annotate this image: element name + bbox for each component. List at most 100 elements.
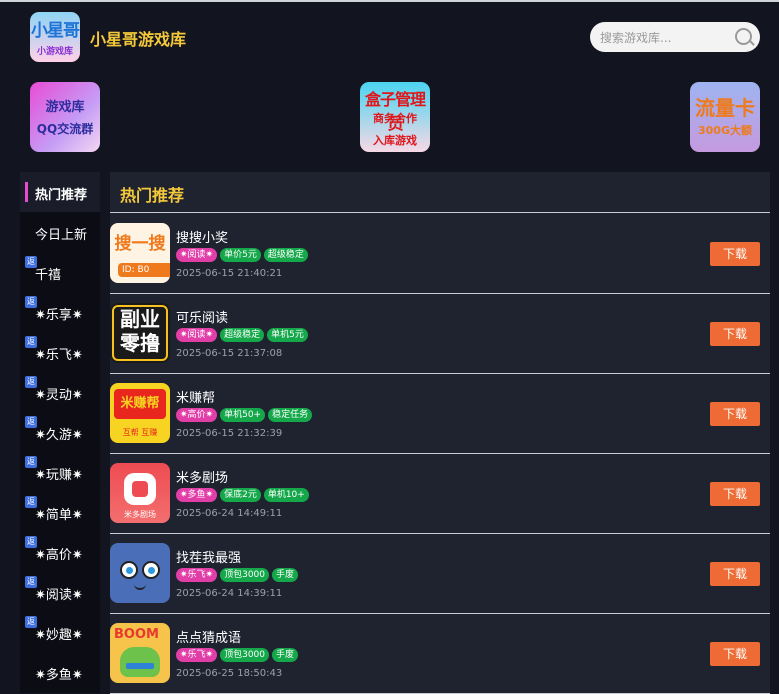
- game-timestamp: 2025-06-15 21:32:39: [176, 428, 283, 439]
- heart-icon: [124, 473, 156, 505]
- game-tag: 单机5元: [267, 328, 308, 342]
- game-tag: 手废: [272, 648, 299, 662]
- sidebar-item-label: ✷妙趣✷: [35, 628, 83, 643]
- game-row[interactable]: 找茬我最强 ✷乐飞✷ 顶包3000 手废 2025-06-24 14:39:11 下…: [110, 533, 770, 614]
- banner-line: 流量卡: [695, 96, 755, 120]
- banner-line: QQ交流群: [36, 122, 94, 136]
- game-thumbnail[interactable]: 搜一搜 ID: B0: [110, 223, 170, 283]
- active-indicator: [25, 182, 28, 202]
- game-row[interactable]: BOOM 点点猜成语 ✷乐飞✷ 顶包3000 手废 2025-06-25 18:50…: [110, 613, 770, 694]
- download-button[interactable]: 下载: [710, 642, 760, 666]
- sidebar-item-gaojia[interactable]: 返 ✷高价✷: [20, 532, 100, 572]
- sidebar-item-lingdong[interactable]: 返 ✷灵动✷: [20, 372, 100, 412]
- eye-icon: [142, 561, 160, 579]
- frog-icon: [120, 647, 160, 677]
- game-timestamp: 2025-06-15 21:37:08: [176, 348, 283, 359]
- game-row[interactable]: 搜一搜 ID: B0 搜搜小奖 ✷阅读✷ 单价5元 超级稳定 2025-06-15 …: [110, 213, 770, 294]
- game-name: 米赚帮: [176, 391, 216, 406]
- sidebar-item-label: ✷高价✷: [35, 548, 83, 563]
- game-tags: ✷乐飞✷ 顶包3000 手废: [176, 648, 301, 662]
- sidebar-item-miaoqu[interactable]: 返 ✷妙趣✷: [20, 612, 100, 652]
- game-tags: ✷多鱼✷ 保底2元 单机10+: [176, 488, 312, 502]
- game-timestamp: 2025-06-24 14:39:11: [176, 588, 283, 599]
- game-thumbnail[interactable]: [110, 543, 170, 603]
- game-tag: 顶包3000: [220, 568, 269, 582]
- thumb-line: 零撸: [120, 331, 160, 355]
- game-thumbnail[interactable]: 米多剧场: [110, 463, 170, 523]
- game-timestamp: 2025-06-15 21:40:21: [176, 268, 283, 279]
- sidebar-item-label: ✷阅读✷: [35, 588, 83, 603]
- sidebar-item-lefei[interactable]: 返 ✷乐飞✷: [20, 332, 100, 372]
- sidebar-item-qianxi[interactable]: 返 千禧: [20, 252, 100, 292]
- game-thumbnail[interactable]: 副业 零撸: [110, 303, 170, 363]
- game-tag: ✷乐飞✷: [176, 568, 218, 582]
- section-title: 热门推荐: [120, 186, 185, 205]
- sidebar-item-jiuyou[interactable]: 返 ✷久游✷: [20, 412, 100, 452]
- game-tag: 超级稳定: [263, 248, 308, 262]
- sidebar-item-duoyu[interactable]: ✷多鱼✷: [20, 652, 100, 692]
- download-button[interactable]: 下载: [710, 562, 760, 586]
- sidebar-item-hot[interactable]: 热门推荐: [20, 172, 100, 212]
- game-thumbnail[interactable]: BOOM: [110, 623, 170, 683]
- thumb-text: BOOM: [114, 627, 159, 642]
- thumb-text: 搜一搜: [114, 234, 166, 254]
- game-name: 搜搜小奖: [176, 231, 229, 246]
- game-row[interactable]: 副业 零撸 可乐阅读 ✷阅读✷ 超级稳定 单机5元 2025-06-15 21:37:…: [110, 293, 770, 374]
- game-tags: ✷阅读✷ 单价5元 超级稳定: [176, 248, 311, 262]
- game-name: 可乐阅读: [176, 311, 229, 326]
- download-button[interactable]: 下载: [710, 482, 760, 506]
- site-logo[interactable]: 小星哥 小游戏库: [30, 12, 80, 62]
- sidebar-item-label: 千禧: [35, 268, 62, 283]
- banner-line: 300G大额: [698, 124, 752, 137]
- game-tag: 手废: [272, 568, 299, 582]
- sidebar-item-label: ✷简单✷: [35, 508, 83, 523]
- sidebar-item-label: 今日上新: [35, 228, 88, 243]
- sidebar-item-wanzhuan[interactable]: 返 ✷玩赚✷: [20, 452, 100, 492]
- download-button[interactable]: 下载: [710, 322, 760, 346]
- thumb-text: ID: B0: [118, 263, 170, 277]
- banner-data-card[interactable]: 流量卡 300G大额: [690, 82, 760, 152]
- game-name: 点点猜成语: [176, 631, 242, 646]
- header: 小星哥 小游戏库 小星哥游戏库 搜索游戏库...: [0, 2, 779, 72]
- game-thumbnail[interactable]: 米赚帮 互帮 互赚: [110, 383, 170, 443]
- search-placeholder: 搜索游戏库...: [600, 31, 672, 45]
- download-button[interactable]: 下载: [710, 242, 760, 266]
- sidebar-item-lexiang[interactable]: 返 ✷乐享✷: [20, 292, 100, 332]
- game-tag: 单机50+: [220, 408, 266, 422]
- game-name: 米多剧场: [176, 471, 229, 486]
- game-tag: 顶包3000: [220, 648, 269, 662]
- game-tag: 稳定任务: [268, 408, 313, 422]
- game-tag: 单价5元: [220, 248, 261, 262]
- game-tag: 超级稳定: [220, 328, 265, 342]
- game-tags: ✷阅读✷ 超级稳定 单机5元: [176, 328, 311, 342]
- search-input[interactable]: 搜索游戏库...: [590, 22, 760, 52]
- section-header: 热门推荐: [110, 172, 770, 213]
- sidebar-item-yuedu[interactable]: 返 ✷阅读✷: [20, 572, 100, 612]
- game-tag: 保底2元: [220, 488, 261, 502]
- banner-line: 入库游戏: [373, 134, 417, 147]
- sidebar-item-new-today[interactable]: 今日上新: [20, 212, 100, 252]
- game-row[interactable]: 米赚帮 互帮 互赚 米赚帮 ✷高价✷ 单机50+ 稳定任务 2025-06-15 2…: [110, 373, 770, 454]
- banner-line: 游戏库: [45, 100, 85, 115]
- search-icon[interactable]: [735, 28, 752, 45]
- sidebar-item-label: ✷玩赚✷: [35, 468, 83, 483]
- game-row[interactable]: 米多剧场 米多剧场 ✷多鱼✷ 保底2元 单机10+ 2025-06-24 14:49…: [110, 453, 770, 534]
- banner-admin[interactable]: 盒子管理员 商务合作 入库游戏: [360, 82, 430, 152]
- banner-qq-group[interactable]: 游戏库 QQ交流群: [30, 82, 100, 152]
- download-button[interactable]: 下载: [710, 402, 760, 426]
- thumb-text: 互帮 互赚: [122, 428, 158, 437]
- thumb-text: 米多剧场: [124, 510, 156, 519]
- game-tag: ✷乐飞✷: [176, 648, 218, 662]
- game-tags: ✷高价✷ 单机50+ 稳定任务: [176, 408, 315, 422]
- sidebar-item-label: ✷灵动✷: [35, 388, 83, 403]
- thumb-line: 副业: [120, 307, 160, 331]
- thumb-text: 副业 零撸: [110, 307, 170, 355]
- sidebar-item-jiandan[interactable]: 返 ✷简单✷: [20, 492, 100, 532]
- category-sidebar: 热门推荐 今日上新 返 千禧 返 ✷乐享✷ 返 ✷乐飞✷ 返 ✷灵动✷ 返 ✷久…: [20, 172, 100, 693]
- game-tag: ✷阅读✷: [176, 328, 218, 342]
- sidebar-item-label: ✷久游✷: [35, 428, 83, 443]
- site-title: 小星哥游戏库: [90, 30, 187, 49]
- thumb-text: 米赚帮: [114, 389, 166, 419]
- game-tag: ✷阅读✷: [176, 248, 218, 262]
- sidebar-item-label: 热门推荐: [35, 188, 88, 203]
